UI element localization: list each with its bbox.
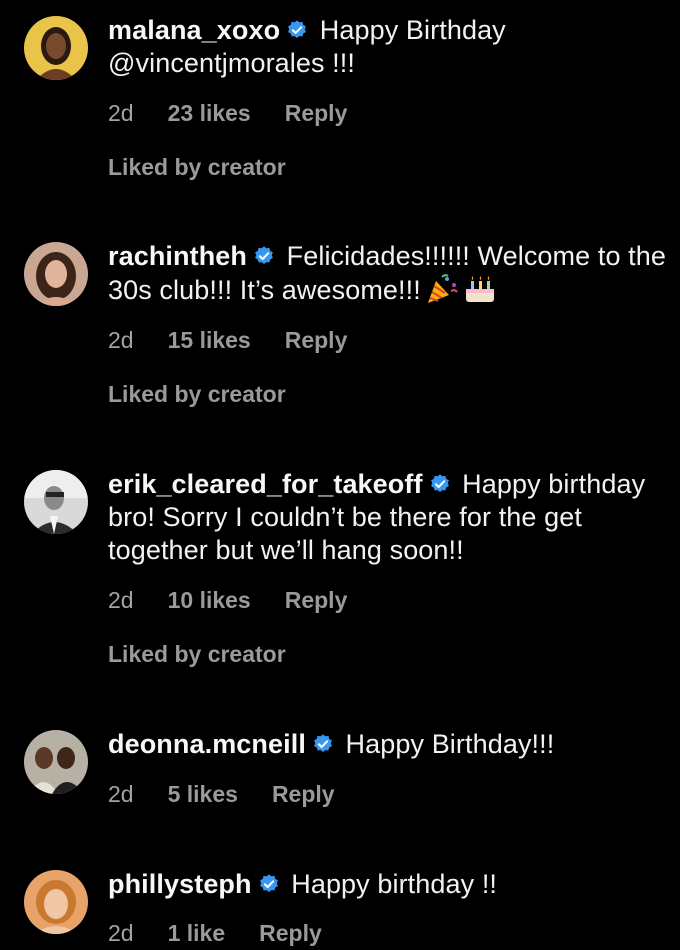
verified-badge-icon: [314, 734, 332, 752]
avatar[interactable]: [24, 16, 88, 80]
comment-time: 2d: [108, 781, 134, 807]
reply-button[interactable]: Reply: [272, 781, 335, 807]
comment-username[interactable]: malana_xoxo: [108, 15, 280, 45]
likes-count[interactable]: 5 likes: [168, 781, 238, 807]
verified-badge-icon: [255, 246, 273, 264]
reply-button[interactable]: Reply: [285, 587, 348, 613]
likes-count[interactable]: 23 likes: [168, 100, 251, 126]
verified-badge-icon: [288, 20, 307, 38]
liked-by-creator-label: Liked by creator: [108, 641, 286, 667]
party-popper-emoji: [427, 274, 458, 303]
comment-username[interactable]: rachintheh: [108, 241, 247, 271]
liked-by-creator-label: Liked by creator: [108, 154, 286, 180]
comment-time: 2d: [108, 327, 134, 353]
comment-meta: 2d 10 likes Reply: [108, 587, 381, 614]
likes-count[interactable]: 15 likes: [168, 327, 251, 353]
comment-time: 2d: [108, 920, 134, 946]
comment-username[interactable]: erik_cleared_for_takeoff: [108, 469, 423, 499]
comment-username[interactable]: phillysteph: [108, 869, 252, 899]
comment-meta: 2d 5 likes Reply: [108, 781, 369, 808]
avatar[interactable]: [24, 870, 88, 934]
avatar[interactable]: [24, 730, 88, 794]
comment-time: 2d: [108, 587, 134, 613]
comment-body: phillysteph Happy birthday !!: [108, 868, 668, 901]
reply-button[interactable]: Reply: [259, 920, 322, 946]
comment-text: Happy Birthday!!!: [337, 729, 555, 759]
comment-text: Happy birthday !!: [283, 869, 498, 899]
birthday-cake-emoji: [465, 276, 494, 302]
verified-badge-icon: [430, 474, 449, 492]
avatar[interactable]: [24, 470, 88, 534]
comment-body: deonna.mcneill Happy Birthday!!!: [108, 728, 668, 761]
comment-meta: 2d 15 likes Reply: [108, 327, 381, 354]
comment-username[interactable]: deonna.mcneill: [108, 729, 306, 759]
comment-body: rachintheh Felicidades!!!!!! Welcome to …: [108, 240, 668, 307]
likes-count[interactable]: 10 likes: [168, 587, 251, 613]
comment-meta: 2d 23 likes Reply: [108, 100, 381, 127]
comment-body: erik_cleared_for_takeoff Happy birthday …: [108, 468, 668, 567]
avatar[interactable]: [24, 242, 88, 306]
reply-button[interactable]: Reply: [285, 100, 348, 126]
comment-meta: 2d 1 like Reply: [108, 920, 356, 947]
likes-count[interactable]: 1 like: [168, 920, 226, 946]
comment-body: malana_xoxo Happy Birthday @vincentjmora…: [108, 14, 668, 80]
comment-time: 2d: [108, 100, 134, 126]
verified-badge-icon: [259, 874, 278, 892]
reply-button[interactable]: Reply: [285, 327, 348, 353]
liked-by-creator-label: Liked by creator: [108, 381, 286, 407]
